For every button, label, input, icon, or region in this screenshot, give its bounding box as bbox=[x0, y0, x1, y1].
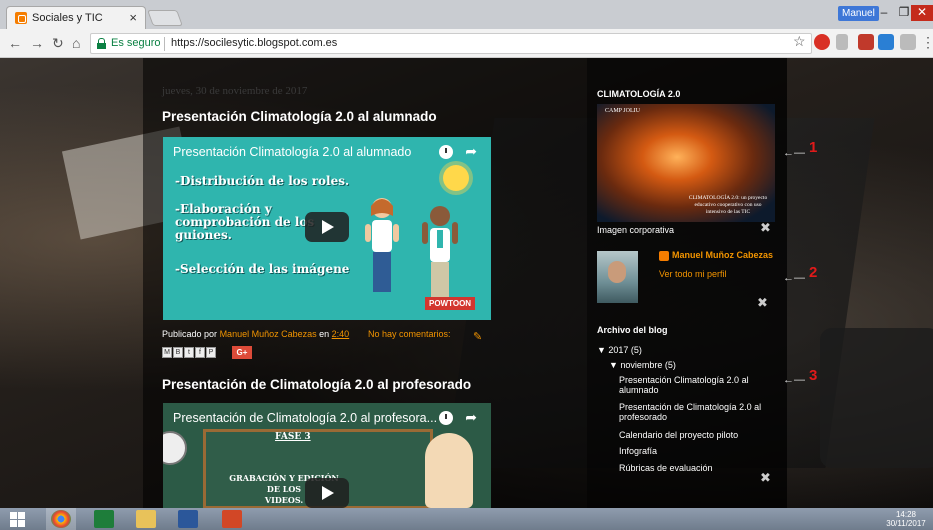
video-bullet-1: -Distribución de los roles. bbox=[175, 174, 350, 188]
sun-illustration bbox=[443, 165, 469, 191]
extension-icon-3[interactable] bbox=[858, 34, 874, 50]
minimize-icon[interactable]: – bbox=[873, 5, 895, 21]
wrench-icon-1[interactable]: ✖ bbox=[760, 220, 771, 236]
back-arrow-icon[interactable]: ← bbox=[8, 35, 22, 51]
browser-menu-icon[interactable]: ⋮ bbox=[921, 34, 933, 51]
word-icon[interactable] bbox=[178, 510, 198, 528]
post-time-link[interactable]: 2:40 bbox=[332, 329, 350, 339]
woman-illustration bbox=[365, 198, 399, 292]
teacher-illustration bbox=[425, 433, 473, 508]
archive-post-1[interactable]: Presentación Climatología 2.0 al alumnad… bbox=[619, 375, 769, 395]
extension-icon-4[interactable] bbox=[878, 34, 894, 50]
extension-icon-1[interactable] bbox=[814, 34, 830, 50]
tab-close-icon[interactable]: × bbox=[129, 10, 137, 25]
blogger-profile-icon bbox=[659, 251, 669, 261]
profile-name-link[interactable]: Manuel Muñoz Cabezas bbox=[672, 250, 773, 260]
video-bullet-4: guiones. bbox=[175, 228, 232, 242]
home-icon[interactable]: ⌂ bbox=[72, 35, 80, 51]
post-title-2[interactable]: Presentación de Climatología 2.0 al prof… bbox=[162, 377, 471, 392]
fase-label: FASE 3 bbox=[275, 432, 311, 442]
annotation-number-1: 1 bbox=[809, 139, 818, 156]
share-arrow-icon-2[interactable]: ➦ bbox=[465, 409, 477, 426]
video-embed-2[interactable]: FASE 3 GRABACIÓN Y EDICIÓN DE LOS VIDEOS… bbox=[163, 403, 491, 508]
watch-later-icon-2[interactable] bbox=[439, 411, 453, 425]
store-icon[interactable] bbox=[94, 510, 114, 528]
bookmark-star-icon[interactable]: ☆ bbox=[793, 33, 806, 50]
extension-icon-5[interactable] bbox=[900, 34, 916, 50]
wrench-icon-3[interactable]: ✖ bbox=[760, 470, 771, 486]
annotation-arrow-1: ←— bbox=[783, 147, 805, 159]
on-label: en bbox=[319, 329, 330, 339]
system-clock[interactable]: 14:28 30/11/2017 bbox=[880, 510, 932, 528]
published-by-label: Publicado por bbox=[162, 329, 218, 339]
annotation-arrow-2: ←— bbox=[783, 272, 805, 284]
archive-post-5[interactable]: Rúbricas de evaluación bbox=[619, 463, 713, 473]
secure-label: Es seguro bbox=[111, 37, 161, 49]
video-bullet-5: -Selección de las imágene bbox=[175, 262, 350, 276]
archive-post-2[interactable]: Presentación de Climatología 2.0 al prof… bbox=[619, 402, 769, 422]
video-title-1[interactable]: Presentación Climatología 2.0 al alumnad… bbox=[173, 145, 411, 159]
play-button-icon-2[interactable] bbox=[305, 478, 349, 508]
video-embed-1[interactable]: Presentación Climatología 2.0 al alumnad… bbox=[163, 137, 491, 320]
edit-pencil-icon[interactable]: ✎ bbox=[473, 330, 482, 343]
share-arrow-icon[interactable]: ➦ bbox=[465, 143, 477, 160]
comments-link[interactable]: No hay comentarios: bbox=[368, 329, 451, 339]
tab-title: Sociales y TIC bbox=[32, 12, 103, 24]
corporate-image-top-text: CAMP JOLIU bbox=[605, 108, 640, 114]
address-separator bbox=[164, 37, 165, 51]
annotation-arrow-3: ←— bbox=[783, 374, 805, 386]
browser-tab[interactable]: Sociales y TIC × bbox=[6, 6, 146, 29]
watch-later-icon[interactable] bbox=[439, 145, 453, 159]
post-date: jueves, 30 de noviembre de 2017 bbox=[162, 85, 308, 97]
powerpoint-icon[interactable] bbox=[222, 510, 242, 528]
blog-page: jueves, 30 de noviembre de 2017 Presenta… bbox=[0, 58, 933, 508]
corporate-image-caption: CLIMATOLOGÍA 2.0: un proyecto educativo … bbox=[688, 195, 768, 215]
background-phone bbox=[820, 328, 933, 468]
facebook-share-icon[interactable]: f bbox=[195, 347, 205, 358]
windows-start-icon[interactable] bbox=[10, 512, 26, 527]
forward-arrow-icon[interactable]: → bbox=[30, 35, 44, 51]
wrench-icon-2[interactable]: ✖ bbox=[757, 295, 768, 311]
chrome-icon[interactable] bbox=[51, 510, 71, 528]
clock-time: 14:28 bbox=[895, 510, 917, 519]
corporate-image-label: Imagen corporativa bbox=[597, 225, 675, 235]
archive-month[interactable]: ▼ noviembre (5) bbox=[609, 360, 676, 370]
reload-icon[interactable]: ↻ bbox=[52, 35, 64, 52]
post-title-1[interactable]: Presentación Climatología 2.0 al alumnad… bbox=[162, 109, 437, 124]
tab-strip: Sociales y TIC × Manuel – ❐ ✕ bbox=[0, 0, 933, 29]
google-plus-share-button[interactable]: G+ bbox=[232, 346, 252, 359]
clock-date: 30/11/2017 bbox=[886, 519, 926, 528]
window-close-icon[interactable]: ✕ bbox=[911, 5, 933, 21]
blogger-favicon-icon bbox=[15, 12, 27, 24]
extension-icon-2[interactable] bbox=[836, 34, 848, 50]
lock-icon bbox=[97, 38, 106, 49]
pinterest-share-icon[interactable]: P bbox=[206, 347, 216, 358]
archive-post-3[interactable]: Calendario del proyecto piloto bbox=[619, 430, 738, 440]
annotation-number-2: 2 bbox=[809, 264, 818, 281]
address-bar[interactable]: Es seguro https://socilesytic.blogspot.c… bbox=[90, 33, 812, 54]
profile-photo[interactable] bbox=[597, 251, 638, 303]
archive-post-4[interactable]: Infografía bbox=[619, 446, 657, 456]
view-profile-link[interactable]: Ver todo mi perfil bbox=[659, 269, 727, 279]
wall-clock-illustration bbox=[163, 431, 187, 465]
blog-share-icon[interactable]: B bbox=[173, 347, 183, 358]
archive-year[interactable]: ▼ 2017 (5) bbox=[597, 345, 642, 355]
file-explorer-icon[interactable] bbox=[136, 510, 156, 528]
powtoon-badge: POWTOON bbox=[425, 297, 476, 310]
annotation-number-3: 3 bbox=[809, 367, 818, 384]
windows-taskbar: 14:28 30/11/2017 bbox=[0, 508, 933, 530]
play-button-icon[interactable] bbox=[305, 212, 349, 242]
author-link[interactable]: Manuel Muñoz Cabezas bbox=[220, 329, 317, 339]
climatologia-heading: CLIMATOLOGÍA 2.0 bbox=[597, 89, 681, 99]
video-title-2[interactable]: Presentación de Climatología 2.0 al prof… bbox=[173, 411, 437, 425]
post-meta: Publicado por Manuel Muñoz Cabezas en 2:… bbox=[162, 329, 451, 339]
archive-heading: Archivo del blog bbox=[597, 325, 668, 335]
new-tab-button[interactable] bbox=[147, 10, 183, 26]
corporate-image[interactable]: CAMP JOLIU CLIMATOLOGÍA 2.0: un proyecto… bbox=[597, 104, 775, 222]
url-text[interactable]: https://socilesytic.blogspot.com.es bbox=[171, 37, 337, 49]
twitter-share-icon[interactable]: t bbox=[184, 347, 194, 358]
email-share-icon[interactable]: M bbox=[162, 347, 172, 358]
